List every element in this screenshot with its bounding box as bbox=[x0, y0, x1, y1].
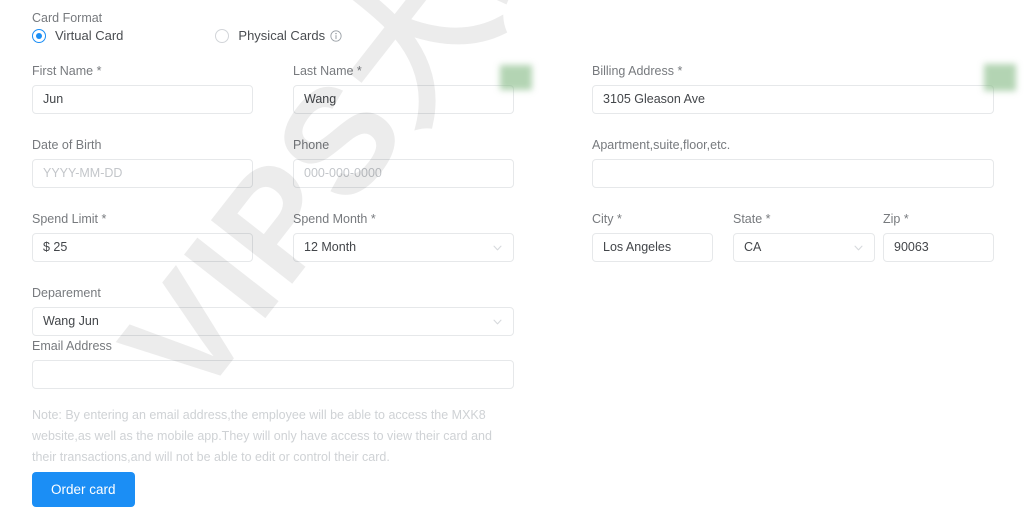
placeholder-date-of-birth: YYYY-MM-DD bbox=[43, 166, 123, 181]
radio-option-virtual-card[interactable]: Virtual Card bbox=[32, 28, 123, 43]
label-last-name: Last Name * bbox=[293, 64, 362, 78]
field-spend-month: Spend Month * 12 Month bbox=[293, 212, 514, 262]
radio-label-virtual-card: Virtual Card bbox=[55, 28, 124, 43]
label-deparement: Deparement bbox=[32, 286, 101, 300]
value-deparement: Wang Jun bbox=[43, 314, 99, 329]
field-zip: Zip * 90063 bbox=[883, 212, 994, 262]
chevron-down-icon[interactable] bbox=[492, 242, 503, 253]
input-zip[interactable]: 90063 bbox=[883, 233, 994, 262]
input-city[interactable]: Los Angeles bbox=[592, 233, 713, 262]
value-spend-limit: $ 25 bbox=[43, 240, 68, 255]
value-first-name: Jun bbox=[43, 92, 64, 107]
field-email-address: Email Address bbox=[32, 339, 514, 389]
input-phone[interactable]: 000-000-0000 bbox=[293, 159, 514, 188]
field-spend-limit: Spend Limit * $ 25 bbox=[32, 212, 253, 262]
order-card-form: Card Format Virtual Card Physical Cards … bbox=[0, 0, 1024, 514]
input-apartment[interactable] bbox=[592, 159, 994, 188]
info-icon[interactable] bbox=[330, 29, 342, 42]
select-spend-month[interactable]: 12 Month bbox=[293, 233, 514, 262]
input-first-name[interactable]: Jun bbox=[32, 85, 253, 114]
radio-indicator-physical-cards[interactable] bbox=[215, 28, 230, 43]
card-format-label: Card Format bbox=[32, 11, 103, 25]
field-billing-address: Billing Address * 3105 Gleason Ave bbox=[592, 64, 994, 114]
label-spend-limit: Spend Limit * bbox=[32, 212, 107, 226]
select-deparement[interactable]: Wang Jun bbox=[32, 307, 514, 336]
radio-option-physical-cards[interactable]: Physical Cards bbox=[215, 28, 342, 43]
label-email-address: Email Address bbox=[32, 339, 112, 353]
value-last-name: Wang bbox=[304, 92, 337, 107]
field-phone: Phone 000-000-0000 bbox=[293, 138, 514, 188]
label-zip: Zip * bbox=[883, 212, 909, 226]
field-last-name: Last Name * Wang bbox=[293, 64, 514, 114]
field-state: State * CA bbox=[733, 212, 875, 262]
label-city: City * bbox=[592, 212, 622, 226]
label-date-of-birth: Date of Birth bbox=[32, 138, 102, 152]
input-billing-address[interactable]: 3105 Gleason Ave bbox=[592, 85, 994, 114]
field-first-name: First Name * Jun bbox=[32, 64, 253, 114]
value-city: Los Angeles bbox=[603, 240, 672, 255]
value-billing-address: 3105 Gleason Ave bbox=[603, 92, 705, 107]
placeholder-phone: 000-000-0000 bbox=[304, 166, 382, 181]
field-city: City * Los Angeles bbox=[592, 212, 713, 262]
value-spend-month: 12 Month bbox=[304, 240, 357, 255]
field-deparement: Deparement Wang Jun bbox=[32, 286, 514, 336]
chevron-down-icon[interactable] bbox=[492, 316, 503, 327]
input-date-of-birth[interactable]: YYYY-MM-DD bbox=[32, 159, 253, 188]
input-last-name[interactable]: Wang bbox=[293, 85, 514, 114]
input-email-address[interactable] bbox=[32, 360, 514, 389]
order-card-button[interactable]: Order card bbox=[32, 472, 135, 507]
card-format-radio-group: Virtual Card Physical Cards bbox=[32, 28, 342, 43]
label-billing-address: Billing Address * bbox=[592, 64, 683, 78]
label-state: State * bbox=[733, 212, 771, 226]
chevron-down-icon[interactable] bbox=[853, 242, 864, 253]
radio-label-physical-cards: Physical Cards bbox=[238, 28, 326, 43]
label-phone: Phone bbox=[293, 138, 330, 152]
value-zip: 90063 bbox=[894, 240, 929, 255]
email-access-note: Note: By entering an email address,the e… bbox=[32, 408, 492, 464]
value-state: CA bbox=[744, 240, 762, 255]
field-apartment: Apartment,suite,floor,etc. bbox=[592, 138, 994, 188]
label-apartment: Apartment,suite,floor,etc. bbox=[592, 138, 731, 152]
radio-indicator-virtual-card[interactable] bbox=[32, 28, 46, 43]
label-first-name: First Name * bbox=[32, 64, 102, 78]
field-date-of-birth: Date of Birth YYYY-MM-DD bbox=[32, 138, 253, 188]
select-state[interactable]: CA bbox=[733, 233, 875, 262]
input-spend-limit[interactable]: $ 25 bbox=[32, 233, 253, 262]
label-spend-month: Spend Month * bbox=[293, 212, 376, 226]
